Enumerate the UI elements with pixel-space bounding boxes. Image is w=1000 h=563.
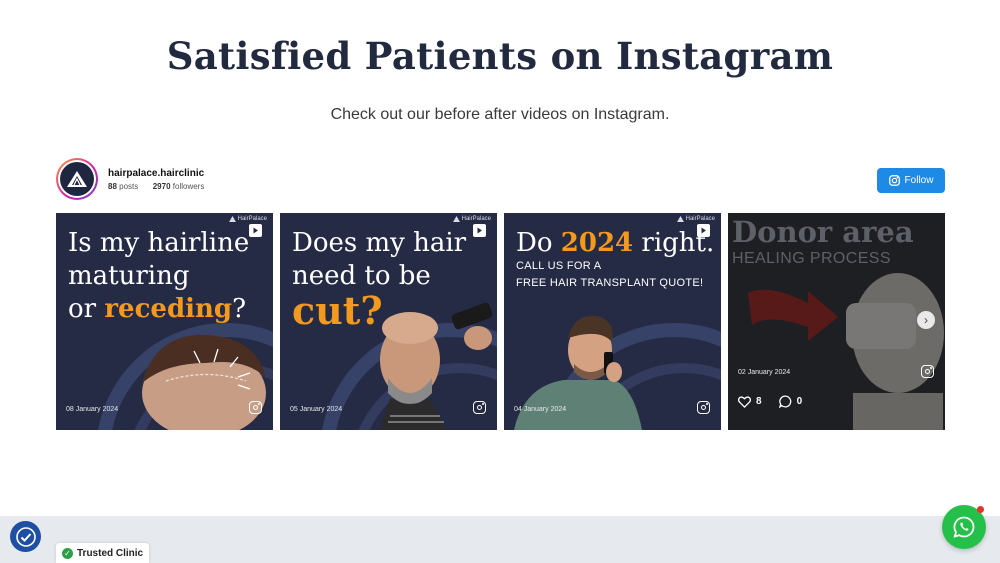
instagram-icon xyxy=(888,175,900,186)
post-headline: Donor area xyxy=(732,215,914,249)
post-text: CALL US FOR A xyxy=(516,260,602,272)
trusted-label: Trusted Clinic xyxy=(77,547,144,559)
section-title: Satisfied Patients on Instagram xyxy=(166,34,834,78)
heart-icon xyxy=(738,395,751,408)
username[interactable]: hairpalace.hairclinic xyxy=(108,168,204,179)
accessibility-icon xyxy=(15,526,36,547)
instagram-post[interactable]: Donor area HEALING PROCESS › 02 January … xyxy=(728,213,945,430)
posts-label: posts xyxy=(119,181,139,191)
post-date: 08 January 2024 xyxy=(66,406,119,413)
accessibility-button[interactable] xyxy=(10,521,41,552)
logo-icon xyxy=(228,216,236,222)
whatsapp-icon xyxy=(953,516,975,538)
post-date: 02 January 2024 xyxy=(738,369,791,376)
chevron-right-icon[interactable]: › xyxy=(917,311,935,329)
followers-count: 2970 xyxy=(152,181,171,191)
follow-label: Follow xyxy=(904,175,934,186)
post-brand: HairPalace xyxy=(228,216,267,222)
likes-count: 8 xyxy=(756,396,762,407)
followers-label: followers xyxy=(172,181,205,191)
post-text: FREE HAIR TRANSPLANT QUOTE! xyxy=(516,277,704,289)
instagram-post[interactable]: HairPalace Is my hairline maturing or re… xyxy=(56,213,273,430)
post-date: 04 January 2024 xyxy=(514,406,567,413)
instagram-icon xyxy=(697,401,710,414)
post-headline: Do 2024 right. xyxy=(516,228,715,258)
logo-icon xyxy=(676,216,684,222)
instagram-feed: HairPalace Is my hairline maturing or re… xyxy=(56,213,945,430)
post-brand: HairPalace xyxy=(452,216,491,222)
play-icon xyxy=(473,224,486,237)
post-engagement: 8 0 xyxy=(738,395,802,408)
profile-stats: 88 posts 2970 followers xyxy=(108,182,204,191)
instagram-icon xyxy=(249,401,262,414)
comments-count: 0 xyxy=(796,396,803,407)
posts-count: 88 xyxy=(108,181,117,191)
post-brand: HairPalace xyxy=(676,216,715,222)
check-icon: ✓ xyxy=(62,547,73,559)
avatar[interactable] xyxy=(56,158,98,200)
post-image xyxy=(142,334,266,430)
instagram-post[interactable]: HairPalace Do 2024 right. CALL US FOR A … xyxy=(504,213,721,430)
comment-icon xyxy=(778,395,791,408)
instagram-profile[interactable]: hairpalace.hairclinic 88 posts 2970 foll… xyxy=(56,158,204,200)
post-headline: Is my hairline maturing or receding? xyxy=(68,228,250,324)
logo-icon xyxy=(452,216,460,222)
play-icon xyxy=(249,224,262,237)
instagram-icon xyxy=(921,365,934,378)
notification-dot xyxy=(977,506,984,513)
footer-band xyxy=(0,516,1000,563)
follow-button[interactable]: Follow xyxy=(877,168,945,193)
post-subheadline: HEALING PROCESS xyxy=(732,250,891,267)
page: Satisfied Patients on Instagram Check ou… xyxy=(0,0,1000,563)
logo-icon xyxy=(67,171,87,187)
instagram-post[interactable]: HairPalace Does my hair need to be cut? … xyxy=(280,213,497,430)
instagram-icon xyxy=(473,401,486,414)
trusted-clinic-badge[interactable]: ✓ Trusted Clinic xyxy=(56,543,150,563)
section-subtitle: Check out our before after videos on Ins… xyxy=(330,106,670,123)
post-date: 05 January 2024 xyxy=(290,406,343,413)
